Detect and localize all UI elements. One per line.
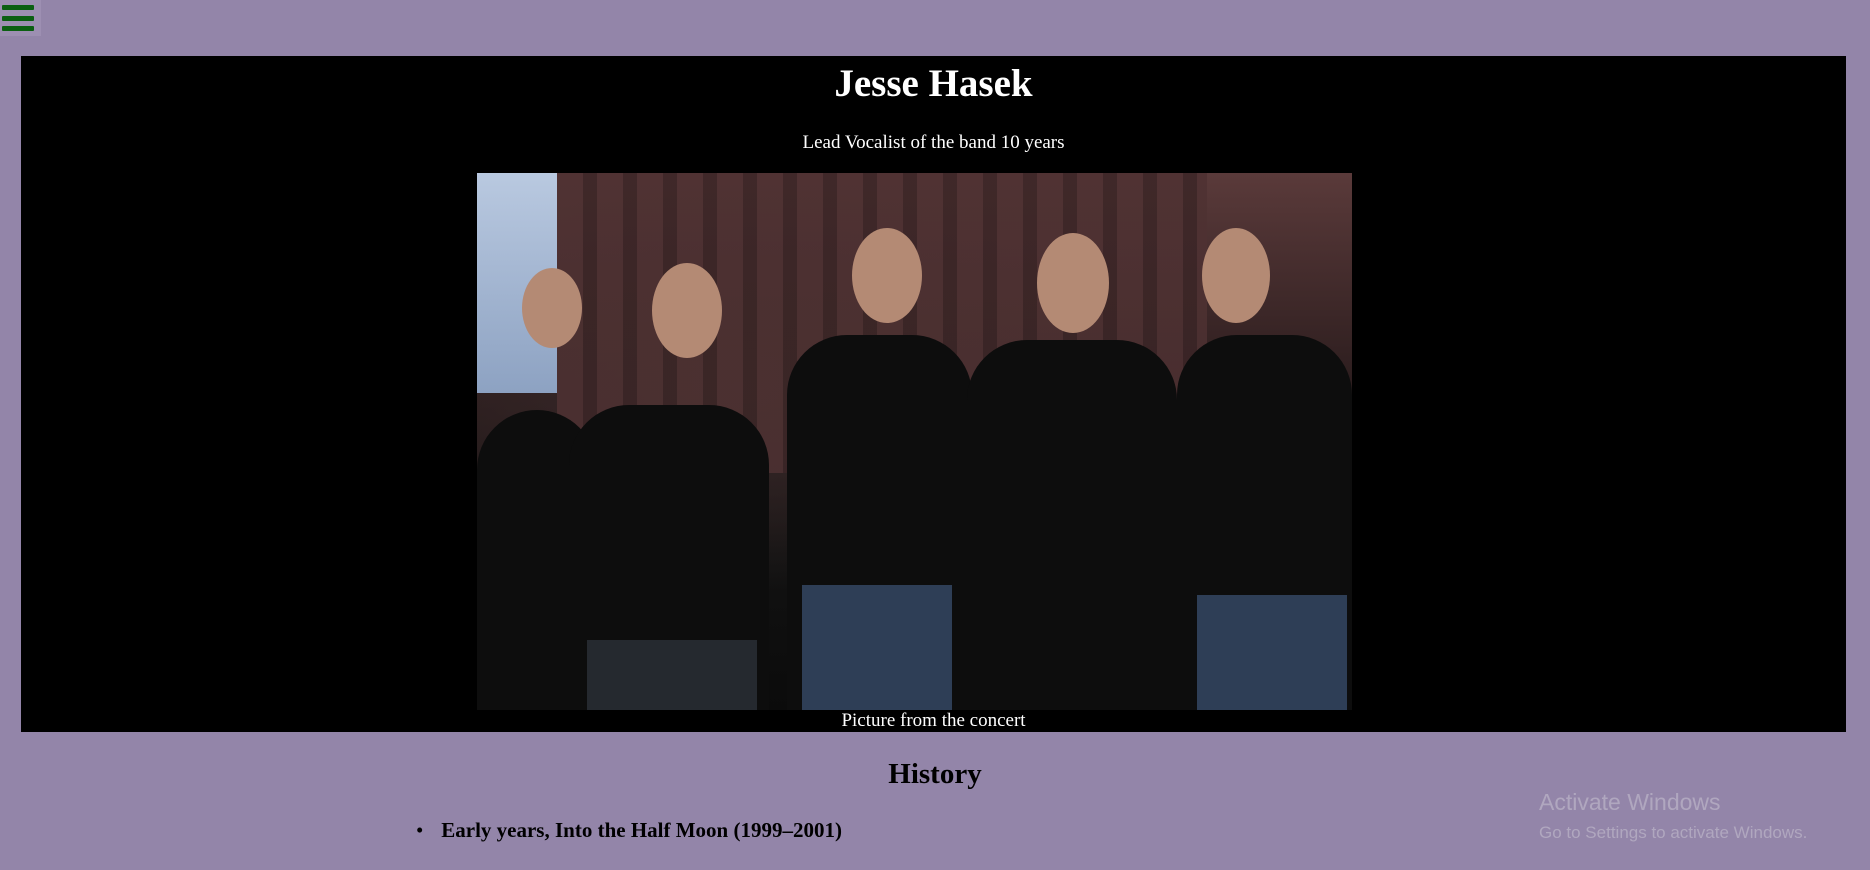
- photo-caption: Picture from the concert: [841, 710, 1026, 731]
- history-list: Early years, Into the Half Moon (1999–20…: [416, 815, 842, 845]
- photo-head: [1202, 228, 1270, 323]
- history-heading: History: [888, 758, 982, 790]
- activate-windows-watermark: Activate Windows Go to Settings to activ…: [1539, 788, 1807, 844]
- band-photo: [477, 173, 1352, 710]
- hero-section: Jesse Hasek Lead Vocalist of the band 10…: [21, 56, 1846, 732]
- photo-pants: [1197, 595, 1347, 710]
- photo-head: [522, 268, 582, 348]
- history-item-link[interactable]: Early years, Into the Half Moon (1999–20…: [441, 818, 842, 842]
- page-title: Jesse Hasek: [834, 62, 1033, 105]
- photo-head: [852, 228, 922, 323]
- hamburger-menu-button[interactable]: [0, 0, 41, 36]
- hamburger-menu-icon-bar: [2, 25, 34, 31]
- watermark-subtitle: Go to Settings to activate Windows.: [1539, 823, 1808, 842]
- photo-head: [1037, 233, 1109, 333]
- hamburger-menu-icon-bar: [2, 15, 34, 21]
- photo-person: [967, 340, 1177, 710]
- photo-pants: [587, 640, 757, 710]
- photo-pants: [802, 585, 952, 710]
- hamburger-menu-icon: [2, 5, 34, 11]
- page-subtitle: Lead Vocalist of the band 10 years: [802, 132, 1065, 153]
- history-list-item: Early years, Into the Half Moon (1999–20…: [416, 815, 842, 845]
- photo-head: [652, 263, 722, 358]
- watermark-title: Activate Windows: [1539, 789, 1721, 815]
